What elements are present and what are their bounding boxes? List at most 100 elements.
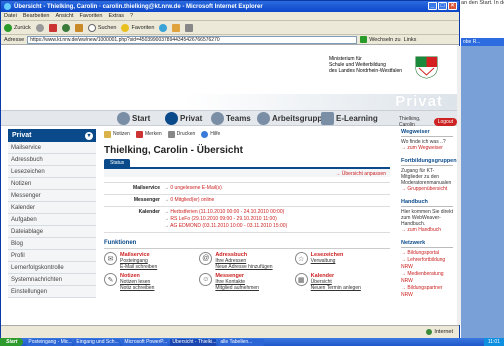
menu-file[interactable]: Datei	[4, 13, 17, 19]
sidebar-item-messenger[interactable]: Messenger	[8, 190, 96, 202]
task-button[interactable]: alle Tabellen...	[218, 338, 265, 346]
ie-icon	[4, 3, 11, 10]
window-title: Übersicht - Thielking, Carolin · carolin…	[14, 3, 263, 10]
forward-button[interactable]	[35, 23, 44, 32]
team-icon	[211, 112, 224, 125]
netzwerk-link[interactable]: → Bildungspartner NRW	[401, 285, 453, 299]
search-icon	[87, 23, 96, 32]
nav-privat[interactable]: Privat	[165, 112, 202, 125]
address-input[interactable]: https://www.kt.nrw.de/ww/new/1000001.php…	[27, 35, 358, 44]
sidebar-item-lesezeichen[interactable]: Lesezeichen	[8, 166, 96, 178]
bookmark-tool[interactable]: Merken	[135, 130, 162, 138]
handbuch-link[interactable]: → zum Handbuch	[401, 227, 453, 234]
sidebar-item-notizen[interactable]: Notizen	[8, 178, 96, 190]
menu-tools[interactable]: Extras	[108, 13, 124, 19]
status-value-link[interactable]: 0 ungelesene E-Mail(s)	[170, 185, 221, 191]
task-button[interactable]: Posteingang - Mic...	[26, 338, 73, 346]
sidebar-item-dateiablage[interactable]: Dateiablage	[8, 226, 96, 238]
background-window-title: obe R...	[461, 38, 504, 46]
maximize-button[interactable]: □	[438, 2, 447, 10]
forward-arrow-icon	[35, 23, 44, 32]
title-bar[interactable]: Übersicht - Thielking, Carolin · carolin…	[1, 1, 459, 12]
home-button[interactable]	[74, 23, 83, 32]
chevron-down-icon[interactable]: ▾	[85, 131, 93, 140]
help-tool[interactable]: Hilfe	[201, 130, 220, 138]
calendar-icon: ▦	[294, 273, 308, 286]
sidebar-item-profil[interactable]: Profil	[8, 250, 96, 262]
main-content: Notizen Merken Drucken Hilfe Thielking, …	[104, 129, 390, 291]
history-icon	[159, 23, 168, 32]
functions-grid: ✉ Mailservice Posteingang E-Mail schreiben…	[104, 252, 390, 291]
printer-icon	[185, 23, 194, 32]
function-lesezeichen: ☆ Lesezeichen Verwaltung	[294, 252, 390, 270]
links-button[interactable]: Links	[404, 37, 417, 43]
customize-overview-link[interactable]: → Übersicht anpassen	[335, 171, 386, 177]
sidebar-item-systemnachrichten[interactable]: Systemnachrichten	[8, 274, 96, 286]
menu-view[interactable]: Ansicht	[55, 13, 73, 19]
nrw-crest-icon	[415, 56, 438, 79]
status-rows: Mailservice → 0 ungelesene E-Mail(s) Mes…	[104, 182, 390, 233]
user-box: Thielking, Carolin Logout	[399, 116, 457, 128]
sidebar-item-lernerfolgskontrolle[interactable]: Lernerfolgskontrolle	[8, 262, 96, 274]
user-name: Thielking, Carolin	[399, 116, 421, 128]
toolbar: Zurück Suchen Favoriten	[1, 21, 459, 35]
menu-help[interactable]: ?	[130, 13, 133, 19]
task-list: Posteingang - Mic... Eingang und Sch... …	[26, 338, 265, 346]
background-window[interactable]: obe R...	[461, 38, 504, 338]
sidebar-item-kalender[interactable]: Kalender	[8, 202, 96, 214]
sidebar-item-einstellungen[interactable]: Einstellungen	[8, 286, 96, 298]
function-notizen: ✎ Notizen Notizen lesen Notiz schreiben	[104, 273, 199, 291]
history-button[interactable]	[159, 23, 168, 32]
task-button[interactable]: Microsoft PowerP...	[122, 338, 169, 346]
sidebar-item-adressbuch[interactable]: Adressbuch	[8, 154, 96, 166]
sidebar-item-mailservice[interactable]: Mailservice	[8, 142, 96, 154]
go-button[interactable]: Wechseln zu	[360, 36, 401, 43]
close-button[interactable]: ×	[448, 2, 457, 10]
mail-button[interactable]	[172, 23, 181, 32]
nav-start[interactable]: Start	[117, 112, 150, 125]
go-arrow-icon	[360, 36, 368, 43]
gruppenuebersicht-link[interactable]: → Gruppenübersicht	[401, 186, 453, 193]
task-button[interactable]: Eingang und Sch...	[74, 338, 121, 346]
tab-status[interactable]: Status	[104, 159, 131, 167]
refresh-button[interactable]	[61, 23, 70, 32]
sidebar-item-aufgaben[interactable]: Aufgaben	[8, 214, 96, 226]
start-icon	[117, 112, 130, 125]
back-button[interactable]: Zurück	[4, 23, 31, 32]
calendar-entry-link[interactable]: RS LeFo (29.10.2010 09:00 - 29.10.2010 1…	[170, 216, 276, 222]
vertical-scrollbar[interactable]	[457, 46, 461, 325]
menu-edit[interactable]: Bearbeiten	[23, 13, 50, 19]
address-bar: Adresse https://www.kt.nrw.de/ww/new/100…	[1, 35, 459, 45]
menu-bar: Datei Bearbeiten Ansicht Favoriten Extra…	[1, 12, 459, 21]
favorites-button[interactable]: Favoriten	[121, 23, 154, 32]
logout-button[interactable]: Logout	[433, 118, 457, 126]
star-icon: ☆	[294, 252, 308, 265]
wegweiser-link[interactable]: → zum Wegweiser	[401, 145, 453, 152]
stop-button[interactable]	[48, 23, 57, 32]
section-watermark: Privat	[395, 93, 443, 110]
netzwerk-link[interactable]: → Lehrerfortbildung NRW	[401, 257, 453, 271]
minimize-button[interactable]: _	[428, 2, 437, 10]
start-button[interactable]: Start	[0, 338, 24, 346]
notes-tool[interactable]: Notizen	[104, 130, 130, 138]
print-tool[interactable]: Drucken	[167, 130, 195, 138]
function-mailservice: ✉ Mailservice Posteingang E-Mail schreiben	[104, 252, 199, 270]
netzwerk-link[interactable]: → Medienberatung NRW	[401, 271, 453, 285]
menu-favorites[interactable]: Favoriten	[80, 13, 103, 19]
nav-teams[interactable]: Teams	[211, 112, 251, 125]
netzwerk-link[interactable]: → Bildungsportal	[401, 250, 453, 257]
function-messenger: ☺ Messenger Ihre Kontakte Mitglied aufnehm…	[199, 273, 294, 291]
print-button[interactable]	[185, 23, 194, 32]
search-button[interactable]: Suchen	[87, 23, 116, 32]
sidebar: Privat ▾ Mailservice Adressbuch Lesezeic…	[8, 129, 96, 298]
calendar-entry-link[interactable]: AG EDMOND (03.11.2010 10:00 - 03.11.2010…	[170, 223, 287, 229]
at-icon: @	[199, 252, 213, 265]
status-value-link[interactable]: 0 Mitglied(er) online	[170, 197, 214, 203]
refresh-icon	[61, 23, 70, 32]
sidebar-item-blog[interactable]: Blog	[8, 238, 96, 250]
status-bar: Internet	[1, 325, 459, 338]
task-button-active[interactable]: Übersicht - Thielki...	[170, 338, 217, 346]
group-icon	[257, 112, 270, 125]
nav-elearning[interactable]: E-Learning	[321, 112, 378, 125]
calendar-entry-link[interactable]: Herbstferien (11.10.2010 00:00 - 24.10.2…	[170, 209, 284, 215]
